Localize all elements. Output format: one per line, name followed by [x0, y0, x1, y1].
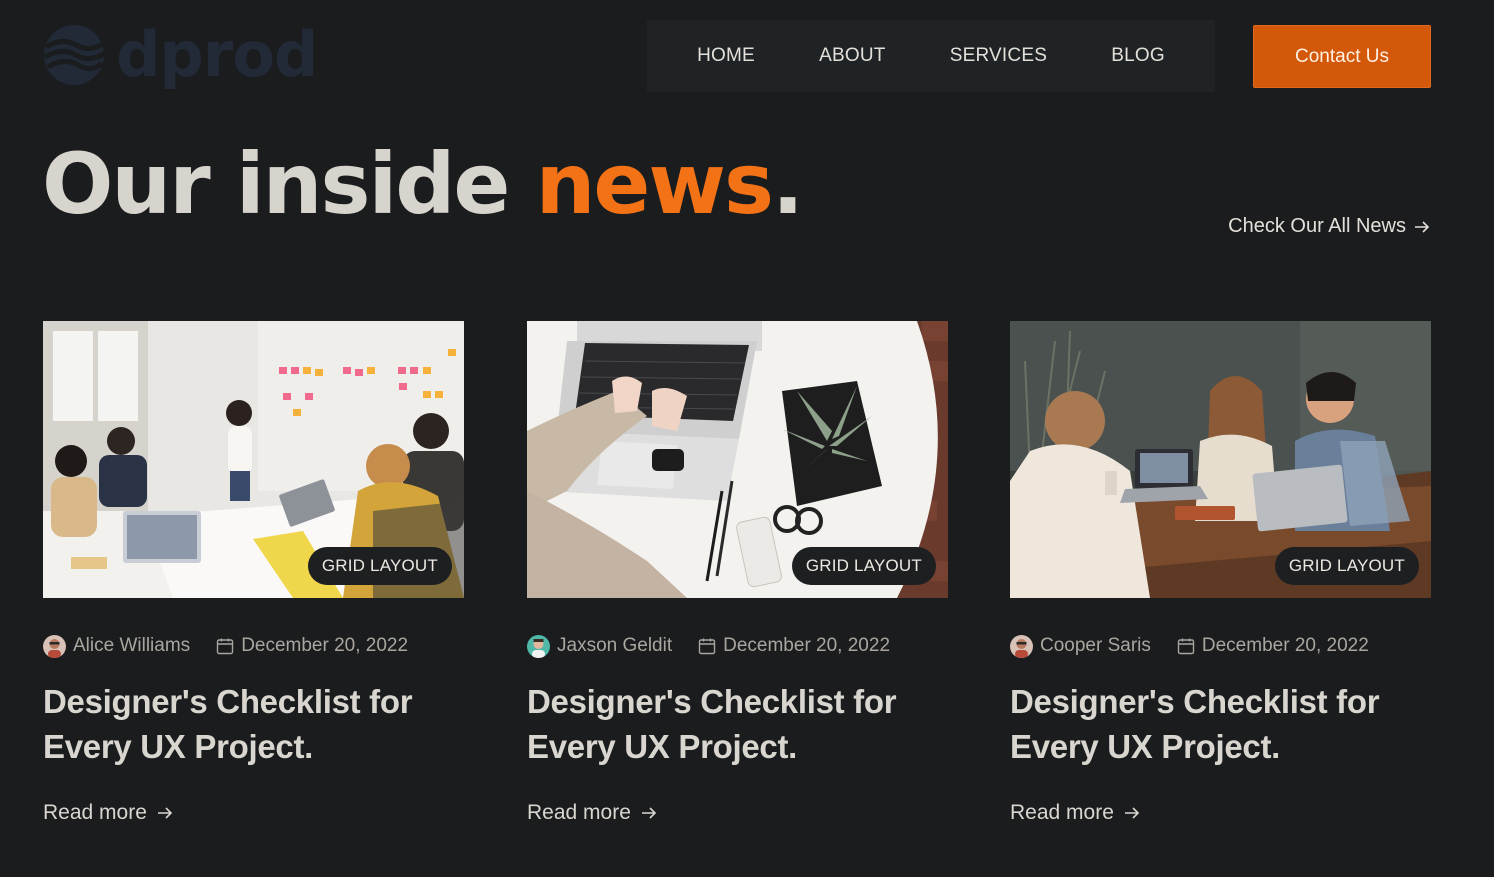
- nav-item-services[interactable]: SERVICES: [950, 45, 1047, 67]
- read-more-link[interactable]: Read more: [43, 801, 464, 825]
- calendar-icon: [216, 638, 234, 655]
- brand-logo[interactable]: dprod: [42, 18, 318, 91]
- nav-item-blog[interactable]: BLOG: [1111, 45, 1165, 67]
- section-title: Our inside news.: [42, 135, 804, 233]
- post-author[interactable]: Cooper Saris: [1010, 634, 1151, 658]
- section-title-main: Our inside: [42, 135, 536, 233]
- author-name: Cooper Saris: [1040, 635, 1151, 656]
- nav-item-about[interactable]: ABOUT: [819, 45, 885, 67]
- calendar-icon: [1177, 638, 1195, 655]
- post-title[interactable]: Designer's Checklist for Every UX Projec…: [527, 679, 948, 769]
- post-category-tag[interactable]: GRID LAYOUT: [1274, 547, 1419, 585]
- post-title[interactable]: Designer's Checklist for Every UX Projec…: [43, 679, 464, 769]
- post-image-friends-cafe[interactable]: GRID LAYOUT: [1010, 321, 1431, 598]
- author-avatar: [1010, 634, 1033, 658]
- read-more-label: Read more: [1010, 801, 1114, 824]
- author-avatar: [527, 634, 550, 658]
- post-image-team-meeting[interactable]: GRID LAYOUT: [43, 321, 464, 598]
- read-more-label: Read more: [527, 801, 631, 824]
- section-title-accent: news: [535, 135, 774, 233]
- post-meta: Alice Williams December 20, 2022: [43, 633, 464, 659]
- post-card[interactable]: GRID LAYOUT Jaxson Geldit December 20, 2…: [527, 321, 948, 825]
- post-category-tag[interactable]: GRID LAYOUT: [791, 547, 936, 585]
- post-author[interactable]: Jaxson Geldit: [527, 634, 673, 658]
- arrow-right-icon: [157, 807, 173, 819]
- calendar-icon: [698, 638, 716, 655]
- post-image-laptop-desk[interactable]: GRID LAYOUT: [527, 321, 948, 598]
- nav-item-home[interactable]: HOME: [697, 45, 755, 67]
- post-date: December 20, 2022: [1177, 635, 1369, 657]
- author-name: Alice Williams: [73, 635, 191, 656]
- post-meta: Cooper Saris December 20, 2022: [1010, 633, 1431, 659]
- read-more-link[interactable]: Read more: [1010, 801, 1431, 825]
- contact-us-button[interactable]: Contact Us: [1253, 25, 1431, 88]
- post-author[interactable]: Alice Williams: [43, 634, 191, 658]
- post-date: December 20, 2022: [216, 635, 408, 657]
- post-date-text: December 20, 2022: [241, 635, 409, 656]
- section-title-period: .: [771, 135, 804, 233]
- read-more-label: Read more: [43, 801, 147, 824]
- author-name: Jaxson Geldit: [557, 635, 673, 656]
- post-category-tag[interactable]: GRID LAYOUT: [307, 547, 452, 585]
- logo-waves-icon: [43, 25, 106, 85]
- post-card[interactable]: GRID LAYOUT Cooper Saris December 20, 20…: [1010, 321, 1431, 825]
- read-more-link[interactable]: Read more: [527, 801, 948, 825]
- post-card[interactable]: GRID LAYOUT Alice Williams December 20, …: [43, 321, 464, 825]
- check-all-news-link[interactable]: Check Our All News: [1228, 215, 1430, 238]
- post-date-text: December 20, 2022: [1201, 635, 1369, 656]
- author-avatar: [43, 634, 66, 658]
- main-nav: HOME ABOUT SERVICES BLOG: [647, 20, 1215, 92]
- arrow-right-icon: [1124, 807, 1140, 819]
- post-meta: Jaxson Geldit December 20, 2022: [527, 633, 948, 659]
- logo-text: dprod: [116, 18, 318, 91]
- arrow-right-icon: [641, 807, 657, 819]
- post-title[interactable]: Designer's Checklist for Every UX Projec…: [1010, 679, 1431, 769]
- check-all-news-label: Check Our All News: [1228, 215, 1406, 237]
- post-date-text: December 20, 2022: [723, 635, 891, 656]
- post-date: December 20, 2022: [698, 635, 890, 657]
- arrow-right-icon: [1415, 220, 1430, 233]
